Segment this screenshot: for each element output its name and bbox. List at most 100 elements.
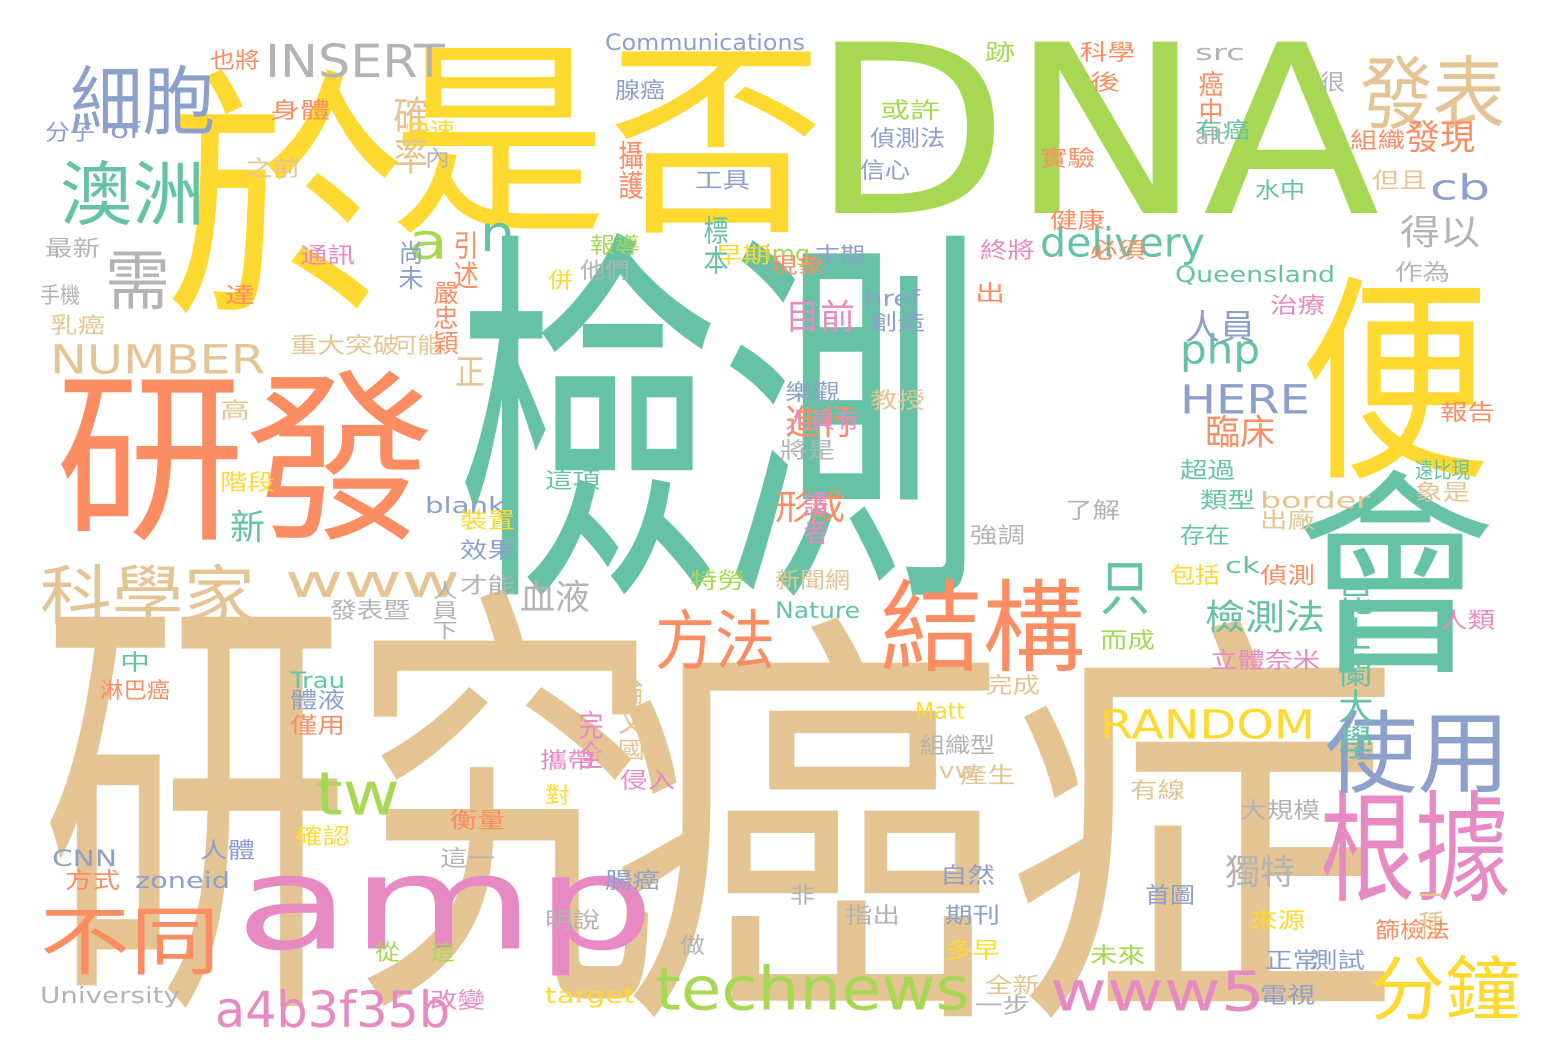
cloud-word: technews bbox=[655, 954, 970, 1025]
cloud-word: 偵測 bbox=[1260, 562, 1316, 589]
cloud-word: n bbox=[480, 205, 515, 264]
cloud-word: 自然 bbox=[940, 862, 996, 889]
cloud-word: 昆士蘭大學 bbox=[1332, 580, 1374, 761]
cloud-word: 很 bbox=[1320, 69, 1346, 96]
cloud-word: 創造 bbox=[870, 309, 926, 336]
cloud-word: 他們 bbox=[580, 257, 630, 284]
cloud-word: 體液 bbox=[290, 687, 346, 714]
cloud-word: 階段 bbox=[220, 469, 276, 496]
cloud-word: 報導 bbox=[590, 232, 640, 259]
cloud-word: 內 bbox=[425, 145, 451, 172]
cloud-word: 明說 bbox=[545, 907, 601, 934]
cloud-word: 方法 bbox=[655, 603, 776, 680]
cloud-word: 強調 bbox=[970, 522, 1026, 549]
cloud-word: 從 bbox=[375, 939, 401, 966]
cloud-word: NUMBER bbox=[50, 336, 266, 384]
cloud-word: 新 bbox=[230, 506, 265, 548]
cloud-word: 也將 bbox=[210, 47, 260, 74]
cloud-word: 類型 bbox=[1200, 487, 1256, 514]
cloud-word: 之前 bbox=[245, 155, 301, 182]
cloud-word: 乳癌 bbox=[50, 312, 106, 339]
cloud-word: a4b3f35b bbox=[215, 980, 451, 1040]
cloud-word: 水中 bbox=[1255, 177, 1305, 204]
cloud-word: RANDOM bbox=[1100, 701, 1315, 749]
cloud-word: 澳洲 bbox=[60, 153, 205, 236]
cloud-word: 中 bbox=[120, 649, 151, 676]
cloud-word: 血液 bbox=[520, 576, 590, 618]
cloud-word: 分鐘 bbox=[1370, 948, 1521, 1031]
cloud-word: 尚未 bbox=[393, 240, 424, 291]
cloud-word: 高 bbox=[220, 397, 251, 424]
cloud-word: 這一 bbox=[440, 845, 496, 872]
cloud-word: tw bbox=[315, 759, 400, 830]
cloud-word: 最新 bbox=[45, 235, 101, 262]
cloud-word: of bbox=[110, 117, 141, 144]
cloud-word: target bbox=[545, 982, 636, 1009]
cloud-word: 來源 bbox=[1250, 907, 1306, 934]
cloud-word: 改變 bbox=[430, 987, 486, 1014]
cloud-word: 期刊 bbox=[945, 902, 1001, 929]
cloud-word: 完成 bbox=[985, 672, 1041, 699]
cloud-word: 檢測法 bbox=[1205, 596, 1326, 638]
cloud-word: 手機 bbox=[40, 282, 80, 309]
cloud-word: 人類 bbox=[1440, 607, 1496, 634]
cloud-word: 象是 bbox=[1415, 479, 1471, 506]
cloud-word: 譯者 bbox=[798, 490, 829, 546]
cloud-word: 組織型 bbox=[920, 732, 995, 759]
cloud-word: 未來 bbox=[1090, 942, 1146, 969]
cloud-word: 侵入 bbox=[620, 767, 676, 794]
cloud-word: 工具 bbox=[695, 167, 751, 194]
cloud-word: 實驗 bbox=[1040, 145, 1096, 172]
cloud-word: 健康 bbox=[1050, 207, 1106, 234]
cloud-word: CNN bbox=[52, 845, 118, 872]
cloud-word: 做 bbox=[680, 932, 706, 959]
cloud-word: 癌中 bbox=[1193, 70, 1224, 126]
cloud-word: 裝置 bbox=[460, 507, 516, 534]
cloud-word: 遠比現 bbox=[1415, 457, 1470, 484]
cloud-word: 偵測法 bbox=[870, 125, 945, 152]
cloud-word: 分子 bbox=[45, 119, 95, 146]
cloud-word: 特勞 bbox=[690, 567, 746, 594]
cloud-word: 腸癌 bbox=[605, 867, 661, 894]
cloud-word: ck bbox=[1225, 552, 1260, 579]
cloud-word: 終將 bbox=[980, 237, 1036, 264]
cloud-word: 嚴忠穎 bbox=[428, 280, 459, 356]
cloud-word: 攝護 bbox=[613, 140, 644, 200]
cloud-word: href bbox=[865, 285, 921, 312]
cloud-word: 現象 bbox=[770, 252, 826, 279]
cloud-word: 出 bbox=[975, 280, 1006, 307]
cloud-word: 獨特 bbox=[1225, 851, 1295, 893]
cloud-word: 人員下 bbox=[428, 580, 458, 641]
cloud-word: INSERT bbox=[265, 35, 445, 89]
cloud-word: 非 bbox=[790, 882, 816, 909]
cloud-word: 樂觀 bbox=[785, 379, 841, 406]
cloud-word: 立體奈米 bbox=[1210, 647, 1320, 674]
cloud-word: 結構 bbox=[880, 571, 1086, 688]
cloud-word: src bbox=[1195, 39, 1245, 66]
cloud-word: 了解 bbox=[1065, 497, 1121, 524]
cloud-word: 組織 bbox=[1350, 127, 1406, 154]
cloud-word: 衡量 bbox=[450, 807, 506, 834]
cloud-word: 有線 bbox=[1130, 777, 1186, 804]
cloud-word: 首圖 bbox=[1145, 882, 1195, 909]
cloud-word: www5 bbox=[1050, 960, 1266, 1024]
cloud-word: 人體 bbox=[200, 837, 256, 864]
cloud-word: cb bbox=[1430, 166, 1490, 208]
cloud-word: 是否 bbox=[390, 22, 825, 267]
cloud-word: 需 bbox=[105, 243, 171, 320]
cloud-word: 僅用 bbox=[290, 712, 346, 739]
cloud-word: 指出 bbox=[845, 902, 901, 929]
cloud-word: 這項 bbox=[545, 467, 601, 494]
cloud-word: 教授 bbox=[870, 387, 926, 414]
cloud-word: 人員 bbox=[1185, 306, 1255, 348]
cloud-word: 才能 bbox=[460, 572, 516, 599]
cloud-word: 將是 bbox=[780, 437, 836, 464]
cloud-word: 人員有 bbox=[785, 407, 860, 434]
cloud-word: 對 bbox=[545, 782, 571, 809]
cloud-word: 後 bbox=[1090, 69, 1121, 96]
cloud-word: 快速 bbox=[405, 117, 455, 144]
cloud-word: 得以 bbox=[1400, 211, 1481, 253]
cloud-word: University bbox=[40, 982, 180, 1009]
cloud-word: 達 bbox=[225, 282, 256, 309]
cloud-word: 通訊 bbox=[300, 242, 356, 269]
